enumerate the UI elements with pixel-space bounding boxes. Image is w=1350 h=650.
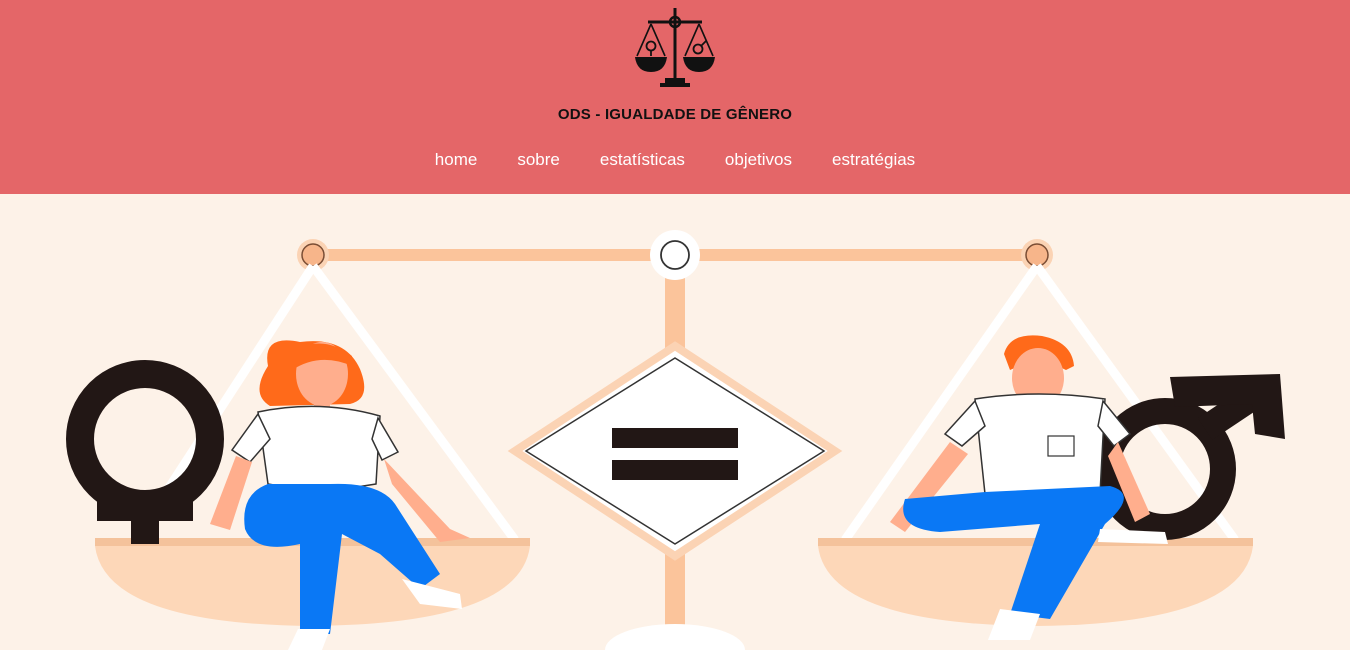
gender-equality-scale-illustration — [0, 194, 1350, 650]
site-header: ODS - IGUALDADE DE GÊNERO home sobre est… — [0, 0, 1350, 194]
scales-of-justice-icon — [635, 8, 715, 87]
main-nav: home sobre estatísticas objetivos estrat… — [0, 150, 1350, 170]
nav-item-objetivos[interactable]: objetivos — [725, 150, 792, 170]
nav-item-home[interactable]: home — [435, 150, 478, 170]
nav-item-sobre[interactable]: sobre — [517, 150, 560, 170]
nav-item-estatisticas[interactable]: estatísticas — [600, 150, 685, 170]
site-title: ODS - IGUALDADE DE GÊNERO — [557, 106, 793, 123]
hero-illustration — [0, 194, 1350, 650]
nav-item-estrategias[interactable]: estratégias — [832, 150, 915, 170]
